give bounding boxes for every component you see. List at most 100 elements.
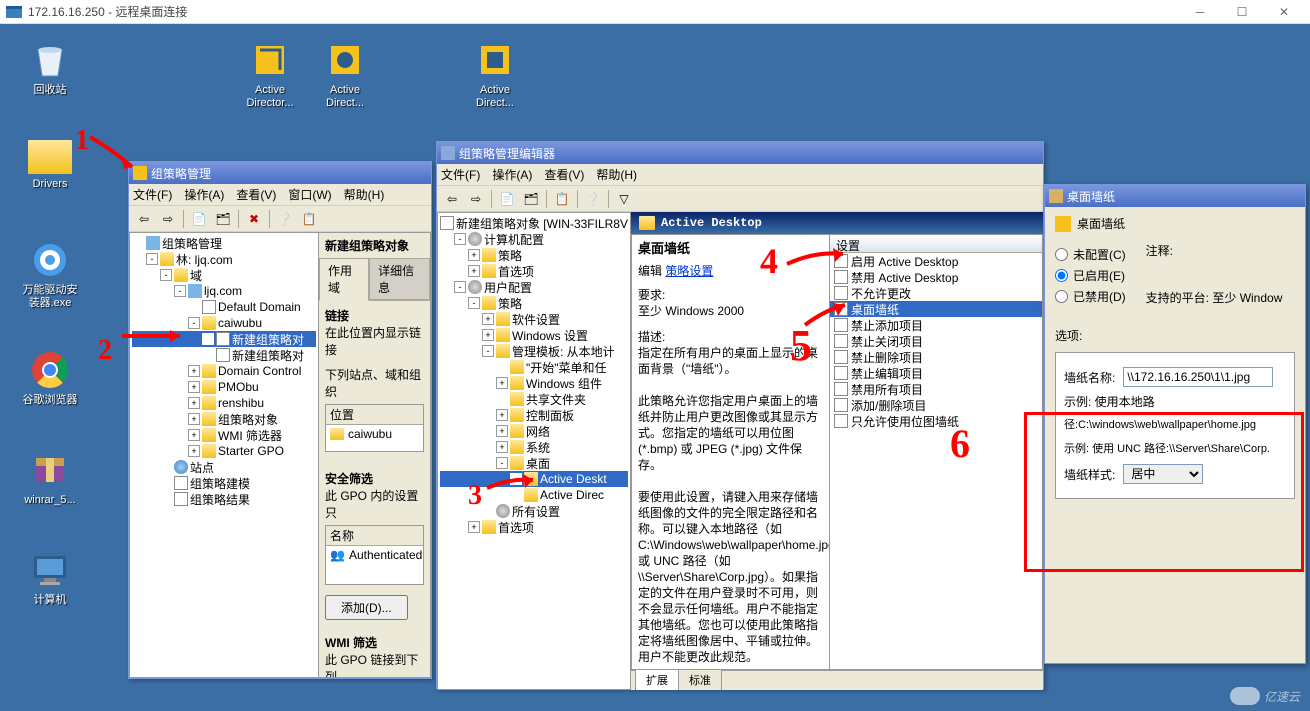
menu-help[interactable]: 帮助(H) [344, 186, 385, 203]
minimize-button[interactable]: ─ [1180, 2, 1220, 22]
help-button[interactable]: ❔ [274, 208, 296, 230]
gpe-computer[interactable]: -计算机配置 [440, 231, 628, 247]
gpe-comp-policies[interactable]: +策略 [440, 247, 628, 263]
gpe-desktop[interactable]: -桌面 [440, 455, 628, 471]
desktop-icon-ad1[interactable]: Active Director... [235, 40, 305, 110]
tree-new-gpo-1[interactable]: 新建组策略对 [132, 331, 316, 347]
prop-titlebar[interactable]: 桌面墙纸 [1045, 185, 1305, 207]
policy-settings-link[interactable]: 策略设置 [665, 264, 713, 278]
gpe-user-policies[interactable]: -策略 [440, 295, 628, 311]
close-button[interactable]: ✕ [1264, 2, 1304, 22]
radio-disabled[interactable] [1055, 290, 1068, 303]
gpe-active-direc[interactable]: Active Direc [440, 487, 628, 503]
tree-domain[interactable]: -ljq.com [132, 283, 316, 299]
maximize-button[interactable]: ☐ [1222, 2, 1262, 22]
menu-file[interactable]: 文件(F) [133, 186, 172, 203]
desktop-icon-recycle[interactable]: 回收站 [15, 40, 85, 97]
auth-users-row[interactable]: 👥Authenticated [326, 546, 423, 564]
desktop-icon-ad2[interactable]: Active Direct... [310, 40, 380, 110]
desktop-icon-ad3[interactable]: Active Direct... [460, 40, 530, 110]
gpe-titlebar[interactable]: 组策略管理编辑器 [437, 142, 1043, 164]
gpe-list[interactable]: 🗂 [520, 188, 542, 210]
menu-view[interactable]: 查看(V) [236, 186, 276, 203]
setting-row[interactable]: 只允许使用位图墙纸 [830, 413, 1042, 429]
gpe-tree[interactable]: 新建组策略对象 [WIN-33FILR8V -计算机配置 +策略 +首选项 -用… [437, 212, 631, 690]
tree-wmi[interactable]: +WMI 筛选器 [132, 427, 316, 443]
settings-col-header[interactable]: 设置 [830, 235, 1042, 253]
tree-default-domain[interactable]: Default Domain [132, 299, 316, 315]
gpe-comp-prefs[interactable]: +首选项 [440, 263, 628, 279]
gpe-wincomp[interactable]: +Windows 组件 [440, 375, 628, 391]
menu-action[interactable]: 操作(A) [184, 186, 224, 203]
tree-root[interactable]: 组策略管理 [132, 235, 316, 251]
gpe-user-prefs[interactable]: +首选项 [440, 519, 628, 535]
desktop-icon-computer[interactable]: 计算机 [15, 550, 85, 607]
gpe-up[interactable]: 📄 [496, 188, 518, 210]
gpe-shared[interactable]: 共享文件夹 [440, 391, 628, 407]
gpe-software[interactable]: +软件设置 [440, 311, 628, 327]
gpe-all-settings[interactable]: 所有设置 [440, 503, 628, 519]
gpe-menu-view[interactable]: 查看(V) [544, 166, 584, 183]
col-name[interactable]: 名称 [326, 526, 423, 546]
gpe-fwd[interactable]: ⇨ [465, 188, 487, 210]
tree-gpo-objects[interactable]: +组策略对象 [132, 411, 316, 427]
gpe-active-desktop[interactable]: Active Deskt [440, 471, 628, 487]
back-button[interactable]: ⇦ [133, 208, 155, 230]
tree-pmobu[interactable]: +PMObu [132, 379, 316, 395]
settings-list[interactable]: 设置 启用 Active Desktop禁用 Active Desktop不允许… [829, 234, 1043, 670]
gpe-menu-help[interactable]: 帮助(H) [596, 166, 637, 183]
tree-forest[interactable]: -林: ljq.com [132, 251, 316, 267]
tree-renshibu[interactable]: +renshibu [132, 395, 316, 411]
gpe-network[interactable]: +网络 [440, 423, 628, 439]
tree-new-gpo-2[interactable]: 新建组策略对 [132, 347, 316, 363]
delete-button[interactable]: ✖ [243, 208, 265, 230]
setting-row[interactable]: 桌面墙纸 [830, 301, 1042, 317]
tree-results[interactable]: 组策略结果 [132, 491, 316, 507]
gpe-help2[interactable]: ❔ [582, 188, 604, 210]
radio-enabled[interactable] [1055, 269, 1068, 282]
col-location[interactable]: 位置 [326, 405, 423, 425]
gpe-windows[interactable]: +Windows 设置 [440, 327, 628, 343]
gpe-back[interactable]: ⇦ [441, 188, 463, 210]
setting-row[interactable]: 禁止删除项目 [830, 349, 1042, 365]
gpe-system[interactable]: +系统 [440, 439, 628, 455]
up-button[interactable]: 📄 [188, 208, 210, 230]
tree-starter-gpo[interactable]: +Starter GPO [132, 443, 316, 459]
gpe-menu-file[interactable]: 文件(F) [441, 166, 480, 183]
location-row[interactable]: caiwubu [326, 425, 423, 443]
gpe-menu-action[interactable]: 操作(A) [492, 166, 532, 183]
gpm-titlebar[interactable]: 组策略管理 [129, 162, 431, 184]
refresh-button[interactable]: 🗂 [212, 208, 234, 230]
desktop-icon-drivers[interactable]: Drivers [15, 140, 85, 191]
gpe-admin[interactable]: -管理模板: 从本地计 [440, 343, 628, 359]
setting-row[interactable]: 禁止编辑项目 [830, 365, 1042, 381]
setting-row[interactable]: 添加/删除项目 [830, 397, 1042, 413]
gpe-prop[interactable]: 📋 [551, 188, 573, 210]
desktop-icon-driver-installer[interactable]: 万能驱动安 装器.exe [15, 240, 85, 310]
tab-details[interactable]: 详细信息 [369, 258, 430, 300]
tree-caiwubu[interactable]: -caiwubu [132, 315, 316, 331]
tree-sites[interactable]: 站点 [132, 459, 316, 475]
radio-not-configured[interactable] [1055, 248, 1068, 261]
setting-row[interactable]: 禁止添加项目 [830, 317, 1042, 333]
setting-row[interactable]: 启用 Active Desktop [830, 253, 1042, 269]
gpe-user[interactable]: -用户配置 [440, 279, 628, 295]
gpe-filter[interactable]: ▽ [613, 188, 635, 210]
tree-domains[interactable]: -域 [132, 267, 316, 283]
tab-scope[interactable]: 作用域 [319, 258, 369, 301]
tree-dc[interactable]: +Domain Control [132, 363, 316, 379]
setting-row[interactable]: 禁用 Active Desktop [830, 269, 1042, 285]
setting-row[interactable]: 禁用所有项目 [830, 381, 1042, 397]
gpe-root[interactable]: 新建组策略对象 [WIN-33FILR8V [440, 215, 628, 231]
tab-extended[interactable]: 扩展 [635, 669, 679, 690]
properties-button[interactable]: 📋 [298, 208, 320, 230]
desktop-icon-winrar[interactable]: winrar_5... [15, 450, 85, 507]
style-select[interactable]: 居中 [1123, 464, 1203, 484]
tab-standard[interactable]: 标准 [678, 669, 722, 690]
menu-window[interactable]: 窗口(W) [288, 186, 331, 203]
forward-button[interactable]: ⇨ [157, 208, 179, 230]
gpm-tree[interactable]: 组策略管理 -林: ljq.com -域 -ljq.com Default Do… [129, 232, 319, 678]
wallpaper-name-input[interactable] [1123, 367, 1273, 387]
add-button[interactable]: 添加(D)... [325, 595, 408, 620]
desktop-icon-chrome[interactable]: 谷歌浏览器 [15, 350, 85, 407]
